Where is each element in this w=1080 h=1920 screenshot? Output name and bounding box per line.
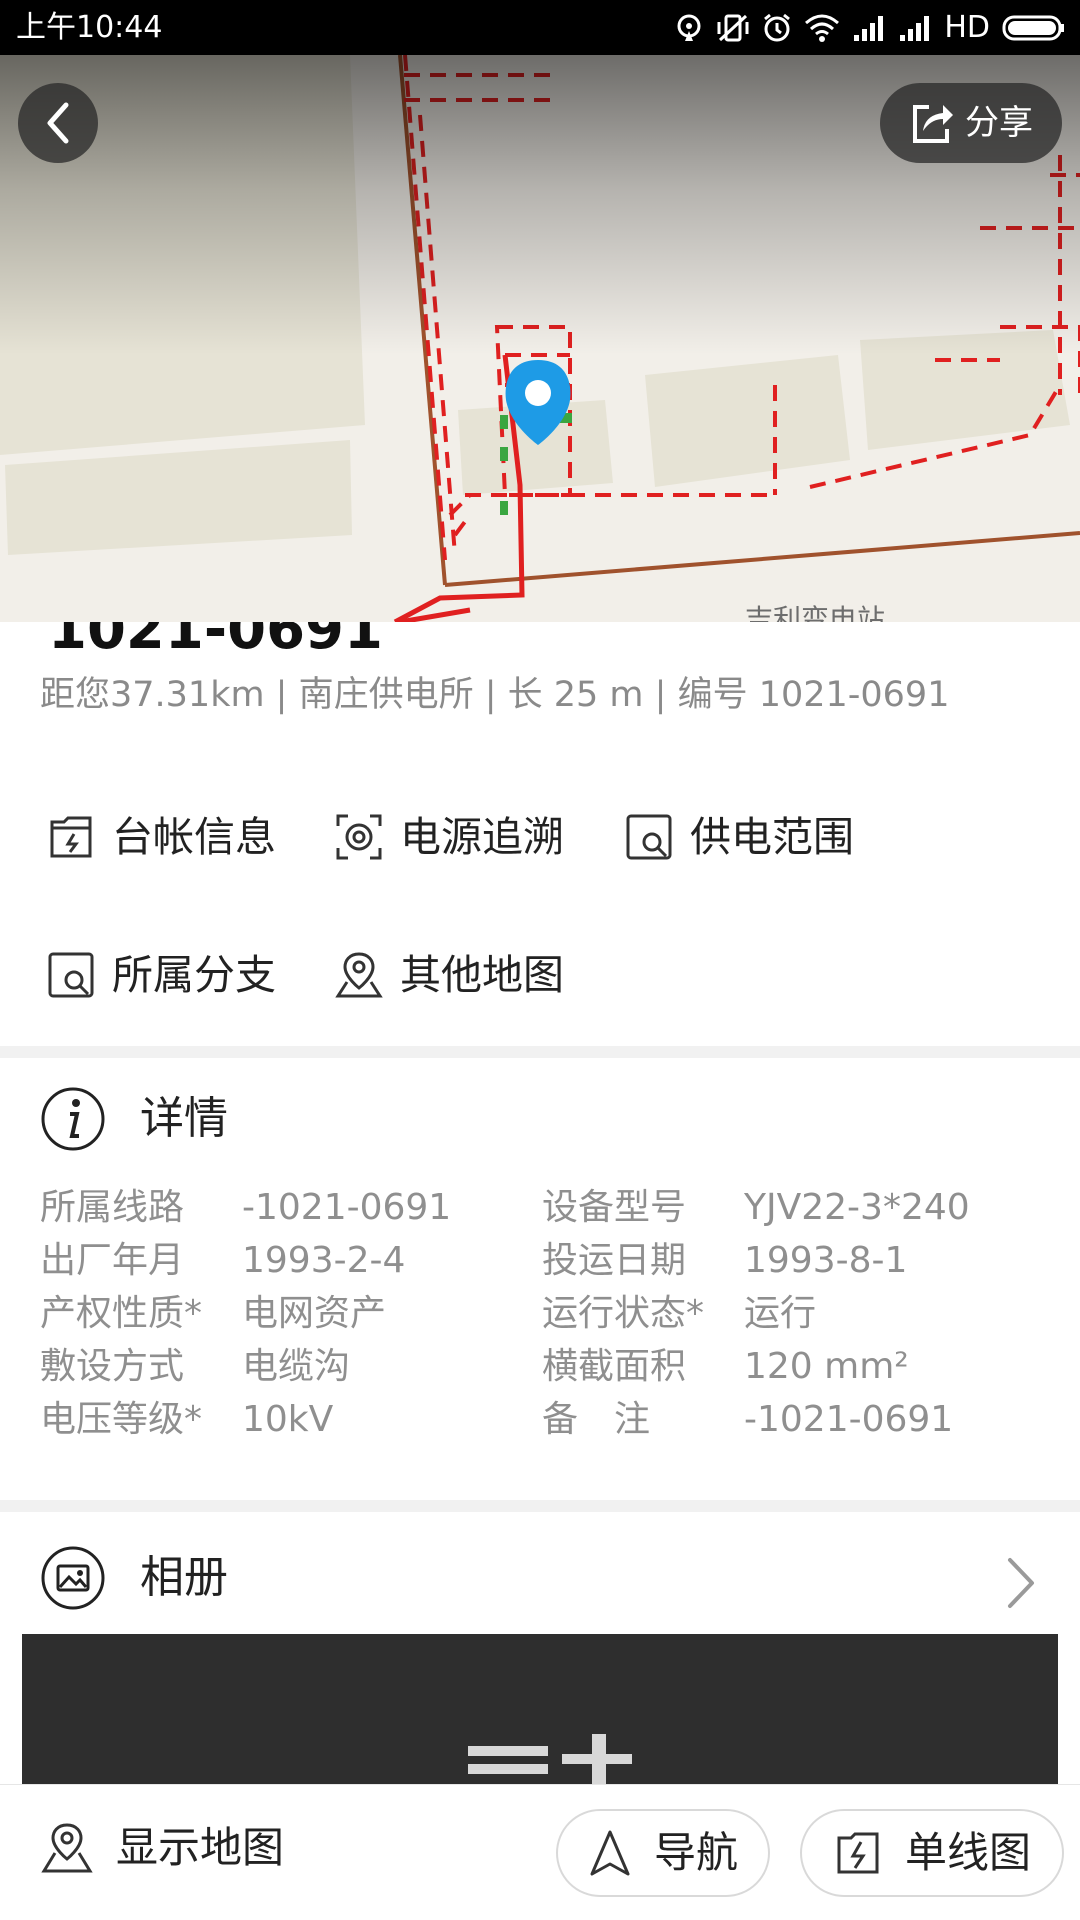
map-building <box>645 355 850 487</box>
details-table: 所属线路 -1021-0691 设备型号 YJV22-3*240 出厂年月 19… <box>40 1185 1060 1450</box>
action-ledger[interactable]: 台帐信息 <box>46 812 276 862</box>
navigation-arrow-icon <box>590 1830 630 1876</box>
section-divider <box>0 1046 1080 1058</box>
signal-2-icon <box>900 16 930 41</box>
detail-row: 敷设方式 电缆沟 横截面积 120 mm² <box>40 1344 1060 1397</box>
trace-icon <box>336 814 382 860</box>
show-map-label: 显示地图 <box>116 1823 285 1872</box>
detail-value: 10kV <box>242 1399 334 1440</box>
detail-value: 电缆沟 <box>242 1346 351 1387</box>
show-map-button[interactable]: 显示地图 <box>40 1821 284 1875</box>
map-building <box>5 440 352 555</box>
action-branch-label: 所属分支 <box>112 951 276 999</box>
detail-row: 产权性质* 电网资产 运行状态* 运行 <box>40 1291 1060 1344</box>
status-time: 上午10:44 <box>16 10 163 45</box>
album-photo[interactable] <box>22 1634 1058 1784</box>
detail-key: 出厂年月 <box>40 1240 185 1281</box>
detail-key: 敷设方式 <box>40 1346 185 1387</box>
detail-key: 产权性质* <box>40 1293 203 1334</box>
device-summary: 距您37.31km | 南庄供电所 | 长 25 m | 编号 1021-069… <box>40 675 950 715</box>
detail-row: 所属线路 -1021-0691 设备型号 YJV22-3*240 <box>40 1185 1060 1238</box>
section-divider <box>0 1500 1080 1512</box>
action-branch[interactable]: 所属分支 <box>46 950 276 1000</box>
detail-key: 投运日期 <box>542 1240 687 1281</box>
network-type-label: HD <box>944 10 990 45</box>
range-icon <box>626 814 672 860</box>
detail-value: 1993-8-1 <box>744 1240 908 1281</box>
photo-album-icon <box>41 1546 105 1610</box>
share-button[interactable]: 分享 <box>880 83 1062 163</box>
action-trace-label: 电源追溯 <box>400 813 564 861</box>
map-station-label: 吉利变电站 <box>745 603 886 622</box>
detail-value: 运行 <box>744 1293 817 1334</box>
details-header: 详情 <box>40 1086 228 1152</box>
detail-value: -1021-0691 <box>744 1399 954 1440</box>
detail-value: YJV22-3*240 <box>744 1187 970 1228</box>
alarm-icon <box>764 13 791 42</box>
album-title: 相册 <box>140 1552 228 1603</box>
detail-value: 电网资产 <box>242 1293 387 1334</box>
map-view[interactable]: 分享 吉利变电站 <box>0 55 1080 622</box>
detail-key: 备 注 <box>542 1399 651 1440</box>
detail-value: 120 mm² <box>744 1346 909 1387</box>
back-button[interactable] <box>18 83 98 163</box>
map-road <box>398 55 447 586</box>
map-road <box>444 531 1080 587</box>
action-ledger-label: 台帐信息 <box>112 813 276 861</box>
detail-row: 出厂年月 1993-2-4 投运日期 1993-8-1 <box>40 1238 1060 1291</box>
battery-icon <box>1002 15 1064 41</box>
chevron-left-icon <box>47 102 69 144</box>
detail-key: 设备型号 <box>542 1187 687 1228</box>
action-other-map-label: 其他地图 <box>400 951 564 999</box>
single-line-diagram-label: 单线图 <box>904 1828 1031 1877</box>
signal-1-icon <box>854 16 884 41</box>
action-range[interactable]: 供电范围 <box>624 812 854 862</box>
photo-content <box>468 1734 632 1784</box>
detail-key: 电压等级* <box>40 1399 203 1440</box>
status-icons: HD <box>674 9 1066 47</box>
detail-value: -1021-0691 <box>242 1187 452 1228</box>
bottom-bar: 显示地图 导航 单线图 <box>0 1784 1080 1920</box>
detail-key: 运行状态* <box>542 1293 705 1334</box>
action-other-map[interactable]: 其他地图 <box>334 950 564 1000</box>
status-bar: 上午10:44 HD <box>0 0 1080 55</box>
action-trace[interactable]: 电源追溯 <box>334 812 564 862</box>
chevron-right-icon[interactable] <box>1004 1556 1038 1610</box>
action-range-label: 供电范围 <box>690 813 854 861</box>
detail-value: 1993-2-4 <box>242 1240 406 1281</box>
hotspot-icon <box>677 14 701 41</box>
album-header[interactable]: 相册 <box>40 1545 228 1611</box>
map-building <box>860 330 1070 450</box>
share-icon <box>913 105 953 143</box>
vibrate-off-icon <box>717 14 749 42</box>
ledger-icon <box>50 816 92 858</box>
branch-icon <box>48 952 94 998</box>
map-pin-icon <box>41 1823 93 1873</box>
map-pin-icon <box>335 952 383 998</box>
detail-key: 所属线路 <box>40 1187 185 1228</box>
details-title: 详情 <box>140 1093 228 1144</box>
info-icon <box>41 1087 105 1151</box>
navigate-button[interactable]: 导航 <box>556 1809 770 1897</box>
detail-key: 横截面积 <box>542 1346 687 1387</box>
navigate-label: 导航 <box>653 1828 738 1877</box>
wifi-icon <box>805 14 840 42</box>
share-label: 分享 <box>965 103 1033 143</box>
detail-row: 电压等级* 10kV 备 注 -1021-0691 <box>40 1397 1060 1450</box>
single-line-diagram-icon <box>837 1832 879 1874</box>
single-line-diagram-button[interactable]: 单线图 <box>800 1809 1064 1897</box>
